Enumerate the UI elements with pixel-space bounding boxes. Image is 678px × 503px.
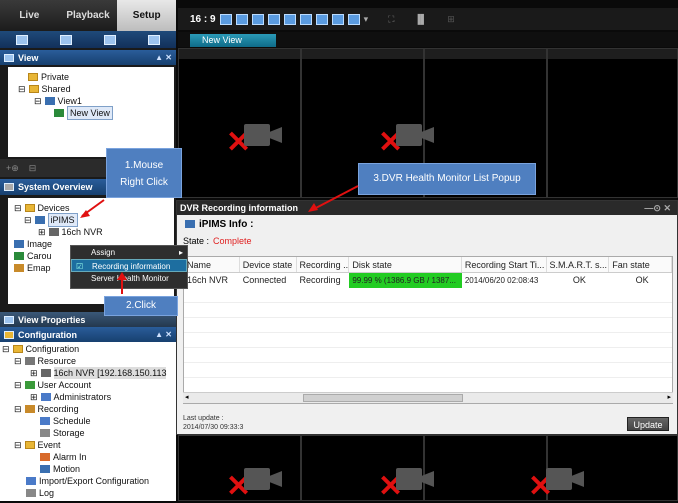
arrow-popup [311, 185, 359, 211]
arrowhead [308, 203, 318, 212]
arrowhead [117, 272, 127, 280]
annotation-arrows [80, 185, 359, 294]
